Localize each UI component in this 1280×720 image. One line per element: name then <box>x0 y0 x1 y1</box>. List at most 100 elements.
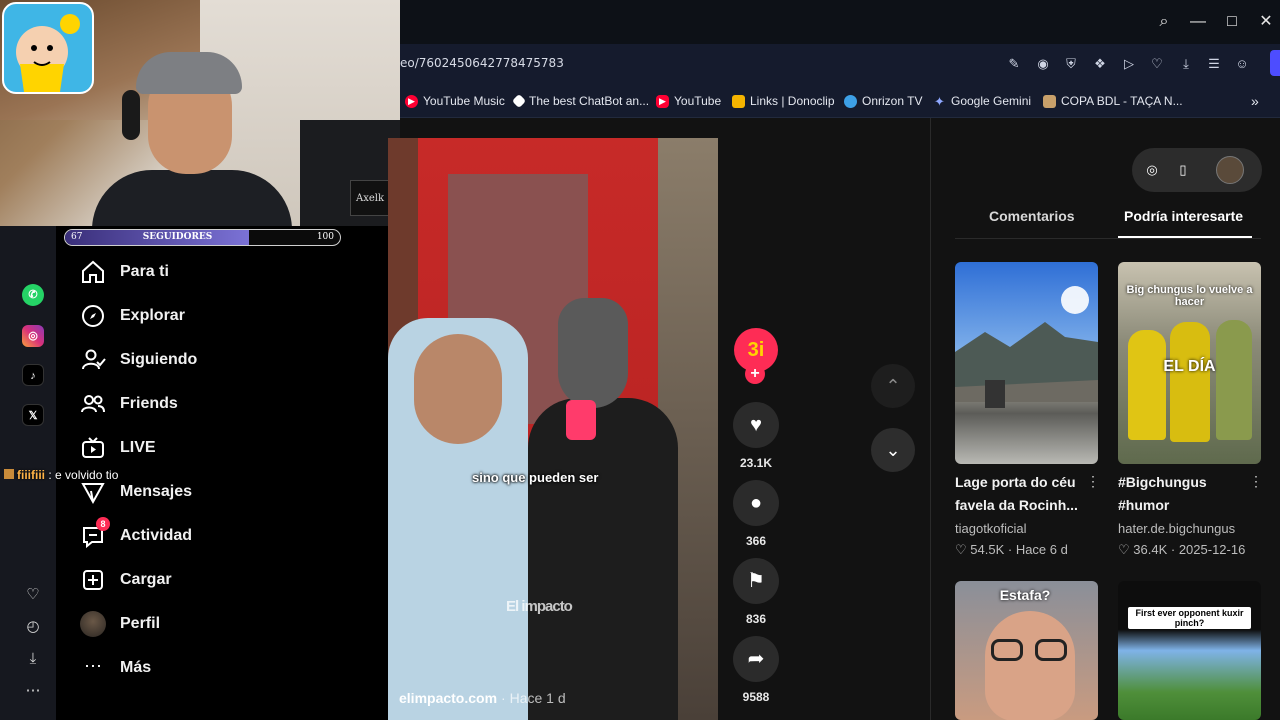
maximize-icon[interactable]: □ <box>1220 10 1244 34</box>
profile-avatar <box>80 611 106 637</box>
phone-icon[interactable]: ▯ <box>1173 160 1193 180</box>
edit-icon[interactable]: ✎ <box>1004 54 1024 74</box>
video-author-line[interactable]: elimpacto.com · Hace 1 d <box>399 690 566 706</box>
share-count: 9588 <box>742 690 770 704</box>
video-author[interactable]: elimpacto.com <box>399 690 497 706</box>
more-icon[interactable]: ⋯ <box>22 680 44 702</box>
tab-podria-interesarte[interactable]: Podría interesarte <box>1124 208 1243 224</box>
video-player[interactable]: sino que pueden ser El impacto elimpacto… <box>388 138 718 720</box>
sidebar-item-explorar[interactable]: Explorar <box>80 301 185 331</box>
bookmarks-overflow-icon[interactable]: » <box>1251 93 1259 109</box>
bookmark-onrizon[interactable]: Onrizon TV <box>844 93 922 109</box>
video-author[interactable]: hater.de.bigchungus <box>1118 521 1235 536</box>
video-thumbnail[interactable] <box>955 262 1098 464</box>
sidebar-item-perfil[interactable]: Perfil <box>80 609 160 639</box>
camera-icon[interactable]: ◉ <box>1033 54 1053 74</box>
screen: ⌕ — □ ✕ eo/7602450642778475783 ✎ ◉ ⛨ ❖ ▷… <box>0 0 1280 720</box>
download-icon[interactable]: ⤓ <box>1176 54 1196 74</box>
share-button[interactable]: ➦ <box>733 636 779 682</box>
onrizon-icon <box>844 94 857 108</box>
sidebar-item-para-ti[interactable]: Para ti <box>80 257 169 287</box>
previous-video-button[interactable]: ⌃ <box>871 364 915 408</box>
thumbnail-caption: First ever opponent kuxir pinch? <box>1128 607 1251 629</box>
heart-icon[interactable]: ♡ <box>1147 54 1167 74</box>
sidebar-item-label: Siguiendo <box>120 351 198 368</box>
chat-message: fiiifiii : e volvido tio <box>4 468 118 482</box>
sidebar-item-label: Mensajes <box>120 483 193 500</box>
download-icon[interactable]: ⤓ <box>22 648 44 670</box>
comment-button[interactable]: ● <box>733 480 779 526</box>
x-icon[interactable]: 𝕏 <box>22 404 44 426</box>
video-thumbnail[interactable]: First ever opponent kuxir pinch? <box>1118 581 1261 720</box>
sidebar-item-label: Explorar <box>120 307 185 324</box>
next-video-button[interactable]: ⌄ <box>871 428 915 472</box>
channel-logo <box>2 2 94 94</box>
url-field[interactable]: eo/7602450642778475783 <box>400 56 564 70</box>
minimize-icon[interactable]: — <box>1186 10 1210 34</box>
comment-count: 366 <box>745 534 767 548</box>
sidebar-toggle-accent[interactable] <box>1270 50 1280 76</box>
tab-active-indicator <box>1118 236 1252 238</box>
instagram-icon[interactable]: ◎ <box>22 325 44 347</box>
heart-icon[interactable]: ♡ <box>22 584 44 606</box>
thumbnail-figure <box>1216 320 1252 440</box>
video-thumbnail[interactable]: Estafa? <box>955 581 1098 720</box>
tiktok-icon[interactable]: ♪ <box>22 364 44 386</box>
account-icon[interactable]: ☺ <box>1232 54 1252 74</box>
bookmark-donoclip[interactable]: Links | Donoclip <box>732 93 835 109</box>
sidebar-item-cargar[interactable]: Cargar <box>80 565 172 595</box>
following-icon <box>82 349 106 370</box>
home-icon <box>82 260 104 283</box>
sidebar-item-live[interactable]: LIVE <box>80 433 156 463</box>
tab-comentarios[interactable]: Comentarios <box>989 208 1075 224</box>
thumbnail-caption: Big chungus lo vuelve a hacer <box>1126 284 1253 308</box>
extension-icon[interactable]: ❖ <box>1090 54 1110 74</box>
comment-icon: ● <box>749 492 763 514</box>
streamer-cap <box>136 52 242 94</box>
bookmark-youtube[interactable]: ▶ YouTube <box>656 93 721 109</box>
sidebar-item-actividad[interactable]: 8 Actividad <box>80 517 192 551</box>
sidebar-item-mas[interactable]: ⋯ Más <box>80 653 151 683</box>
live-icon <box>82 437 104 458</box>
bookmark-gemini[interactable]: ✦ Google Gemini <box>933 93 1031 109</box>
chatbot-icon <box>511 93 527 109</box>
compass-icon[interactable]: ◎ <box>1142 160 1162 180</box>
save-count: 836 <box>745 612 767 626</box>
thumbnail-glasses <box>1035 639 1067 661</box>
shield-icon[interactable]: ⛨ <box>1061 54 1081 74</box>
bookmark-chatbot[interactable]: The best ChatBot an... <box>511 93 649 109</box>
search-icon[interactable]: ⌕ <box>1152 10 1176 34</box>
whatsapp-icon[interactable]: ✆ <box>22 284 44 306</box>
heart-icon: ♥ <box>750 414 762 436</box>
webcam-watermark: Axelk <box>350 180 390 216</box>
video-author[interactable]: tiagotkoficial <box>955 521 1027 536</box>
video-title[interactable]: Lage porta do céu favela da Rocinh... <box>955 471 1085 517</box>
video-title[interactable]: #Bigchungus #humor <box>1118 471 1248 517</box>
sidebar-item-label: Perfil <box>120 615 161 632</box>
video-watermark: El impacto <box>506 598 573 615</box>
like-button[interactable]: ♥ <box>733 402 779 448</box>
followers-current: 67 <box>71 232 83 242</box>
thumbnail-face <box>985 611 1075 720</box>
follow-plus-icon[interactable]: + <box>745 364 765 384</box>
sidebar-item-siguiendo[interactable]: Siguiendo <box>80 345 197 375</box>
thumbnail-figure <box>1170 322 1210 442</box>
bookmark-label: Google Gemini <box>951 94 1032 108</box>
history-icon[interactable]: ◴ <box>22 616 44 638</box>
save-button[interactable]: ⚑ <box>733 558 779 604</box>
bookmark-youtube-music[interactable]: ▶ YouTube Music <box>405 93 505 109</box>
streamer-body <box>92 170 292 226</box>
donoclip-icon <box>732 94 745 108</box>
menu-icon[interactable]: ☰ <box>1204 54 1224 74</box>
video-thumbnail[interactable]: Big chungus lo vuelve a hacer EL DÍA <box>1118 262 1261 464</box>
more-options-icon[interactable]: ⋮ <box>1086 473 1100 490</box>
bookmark-label: Links | Donoclip <box>750 94 835 108</box>
bookmark-copa[interactable]: COPA BDL - TAÇA N... <box>1043 93 1183 109</box>
close-icon[interactable]: ✕ <box>1254 10 1278 34</box>
sidebar-item-label: Más <box>120 659 152 676</box>
play-icon[interactable]: ▷ <box>1119 54 1139 74</box>
more-options-icon[interactable]: ⋮ <box>1249 473 1263 490</box>
youtube-icon: ▶ <box>656 94 669 108</box>
sidebar-item-friends[interactable]: Friends <box>80 389 178 419</box>
user-avatar[interactable] <box>1216 156 1244 184</box>
